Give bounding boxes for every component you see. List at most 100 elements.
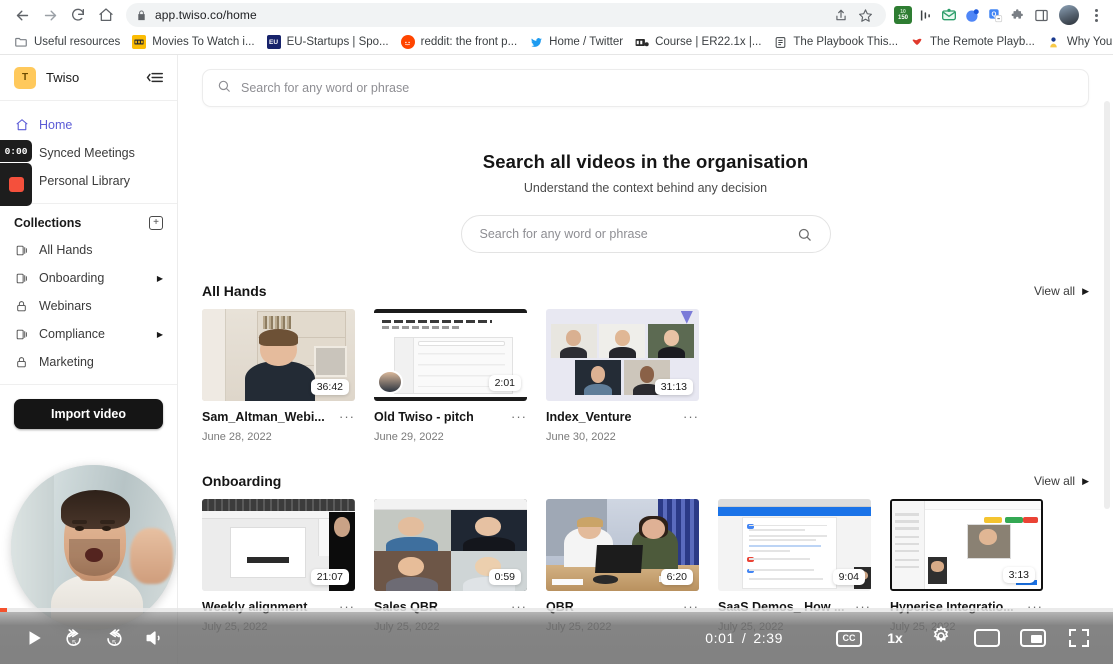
screen-root: app.twiso.co/home 10 150 Q Useful resour… — [0, 0, 1113, 664]
video-date: June 30, 2022 — [546, 431, 616, 443]
bookmark-item[interactable]: Why You Should B... — [1041, 33, 1113, 51]
stop-recording-button[interactable] — [0, 163, 32, 206]
mail-icon[interactable] — [940, 6, 958, 24]
duration-badge: 21:07 — [310, 568, 349, 585]
rewind-5-button[interactable]: 5 — [54, 618, 94, 658]
duration-badge: 36:42 — [310, 378, 349, 395]
forward-arrow-icon[interactable] — [36, 1, 64, 29]
folder-icon — [14, 35, 28, 49]
view-all-button[interactable]: View all ▶ — [1034, 284, 1089, 298]
film-icon — [132, 35, 147, 49]
bookmark-star-icon[interactable] — [854, 4, 876, 26]
hero-search-placeholder: Search for any word or phrase — [479, 227, 648, 241]
bookmark-label: Home / Twitter — [549, 36, 624, 48]
cc-icon: CC — [836, 629, 862, 647]
video-thumbnail[interactable]: 3:13 — [890, 499, 1043, 591]
view-all-button[interactable]: View all ▶ — [1034, 474, 1089, 488]
bookmark-item[interactable]: EU EU-Startups | Spo... — [261, 33, 395, 51]
sidebar-item-webinars[interactable]: Webinars — [0, 292, 177, 320]
home-icon[interactable] — [92, 1, 120, 29]
cash-150-icon[interactable]: 10 150 — [894, 6, 912, 24]
play-button[interactable] — [14, 618, 54, 658]
chevron-right-icon[interactable]: ▶ — [157, 274, 163, 283]
top-search-bar[interactable]: Search for any word or phrase — [202, 69, 1089, 107]
forward-5-button[interactable]: 5 — [94, 618, 134, 658]
hero-search-input[interactable]: Search for any word or phrase — [460, 215, 831, 253]
lock-icon — [14, 355, 29, 370]
browser-toolbar: app.twiso.co/home 10 150 Q — [0, 0, 1113, 30]
vertical-scrollbar[interactable] — [1104, 101, 1110, 509]
video-thumbnail[interactable]: 9:04 — [718, 499, 871, 591]
profile-avatar[interactable] — [1059, 5, 1079, 25]
svg-text:5: 5 — [72, 638, 76, 647]
extension-tray: 10 150 Q — [886, 4, 1105, 26]
sidepanel-icon[interactable] — [1032, 6, 1050, 24]
search-icon[interactable] — [797, 227, 812, 242]
bookmark-item[interactable]: Course | ER22.1x |... — [629, 33, 767, 51]
main-content: Search for any word or phrase Search all… — [178, 55, 1113, 664]
video-thumbnail[interactable]: 36:42 — [202, 309, 355, 401]
video-thumbnail[interactable]: 2:01 — [374, 309, 527, 401]
workspace-name: Twiso — [46, 70, 80, 85]
video-thumbnail[interactable]: 31:13 — [546, 309, 699, 401]
lock-icon — [14, 299, 29, 314]
video-date: June 28, 2022 — [202, 431, 272, 443]
share-icon[interactable] — [830, 4, 852, 26]
fullscreen-button[interactable] — [1059, 618, 1099, 658]
plus-icon[interactable]: + — [149, 216, 163, 230]
current-time: 0:01 — [705, 630, 735, 646]
bookmark-item[interactable]: reddit: the front p... — [395, 33, 524, 51]
section-header: Onboarding View all ▶ — [202, 473, 1089, 489]
video-thumbnail[interactable]: 21:07 — [202, 499, 355, 591]
chevron-right-icon[interactable]: ▶ — [157, 330, 163, 339]
import-video-button[interactable]: Import video — [14, 399, 163, 429]
collection-icon — [14, 327, 29, 342]
url-text: app.twiso.co/home — [155, 8, 257, 22]
search-icon — [217, 79, 231, 98]
video-card[interactable]: 2:01 Old Twiso - pitch ··· June 29, 2022 — [374, 309, 527, 443]
picture-in-picture-button[interactable] — [1013, 618, 1053, 658]
bookmark-item[interactable]: Movies To Watch i... — [126, 33, 260, 51]
bookmark-item[interactable]: Home / Twitter — [523, 33, 629, 51]
video-thumbnail[interactable]: 0:59 — [374, 499, 527, 591]
sidebar-item-onboarding[interactable]: Onboarding ▶ — [0, 264, 177, 292]
bookmark-item[interactable]: Useful resources — [8, 33, 126, 51]
video-title: Sam_Altman_Webi... — [202, 410, 325, 424]
playback-speed-button[interactable]: 1x — [875, 618, 915, 658]
video-card[interactable]: 31:13 Index_Venture ··· June 30, 2022 — [546, 309, 699, 443]
sidebar-item-home[interactable]: Home — [0, 111, 177, 139]
player-controls-row: 5 5 0:01 / 2:39 CC 1x — [0, 612, 1113, 664]
sidebar-item-marketing[interactable]: Marketing — [0, 348, 177, 376]
sidebar-item-compliance[interactable]: Compliance ▶ — [0, 320, 177, 348]
reload-icon[interactable] — [64, 1, 92, 29]
eu-icon: EU — [266, 35, 281, 49]
card-overflow-menu-icon[interactable]: ··· — [511, 410, 527, 423]
card-overflow-menu-icon[interactable]: ··· — [683, 410, 699, 423]
webcam-bubble[interactable] — [11, 465, 176, 630]
recording-timer-badge: 0:00 — [0, 140, 32, 162]
hero-block: Search all videos in the organisation Un… — [202, 151, 1089, 253]
theater-mode-button[interactable] — [967, 618, 1007, 658]
three-dot-menu-icon[interactable] — [1087, 4, 1105, 26]
recording-timer-text: 0:00 — [4, 145, 28, 157]
settings-button[interactable] — [921, 618, 961, 658]
volume-button[interactable] — [134, 618, 174, 658]
translate-icon[interactable]: Q — [986, 6, 1004, 24]
card-overflow-menu-icon[interactable]: ··· — [339, 410, 355, 423]
view-all-label: View all — [1033, 474, 1076, 488]
address-bar[interactable]: app.twiso.co/home — [126, 3, 886, 27]
blue-circle-icon[interactable] — [963, 6, 981, 24]
collapse-sidebar-icon[interactable] — [146, 71, 163, 84]
sidebar-item-all-hands[interactable]: All Hands — [0, 236, 177, 264]
collections-list: All Hands Onboarding ▶ Webinars Complian… — [0, 236, 177, 385]
bookmark-item[interactable]: The Remote Playb... — [904, 33, 1041, 51]
bookmark-item[interactable]: The Playbook This... — [767, 33, 904, 51]
video-card[interactable]: 36:42 Sam_Altman_Webi... ··· June 28, 20… — [202, 309, 355, 443]
analytics-icon[interactable] — [917, 6, 935, 24]
back-arrow-icon[interactable] — [8, 1, 36, 29]
duration-badge: 3:13 — [1002, 566, 1035, 583]
captions-button[interactable]: CC — [829, 618, 869, 658]
video-thumbnail[interactable]: 6:20 — [546, 499, 699, 591]
puzzle-icon[interactable] — [1009, 6, 1027, 24]
workspace-header[interactable]: T Twiso — [0, 55, 177, 101]
